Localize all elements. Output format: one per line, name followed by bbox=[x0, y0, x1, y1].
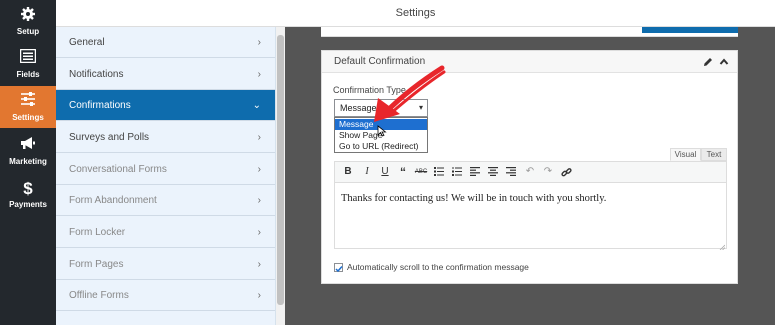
chevron-right-icon: › bbox=[257, 132, 261, 143]
redo-icon[interactable]: ↷ bbox=[541, 165, 555, 179]
undo-icon[interactable]: ↶ bbox=[523, 165, 537, 179]
pencil-icon[interactable] bbox=[702, 56, 714, 68]
settings-nav-label: General bbox=[69, 37, 105, 48]
rail-item-payments[interactable]: $ Payments bbox=[0, 173, 56, 215]
align-right-icon[interactable] bbox=[504, 165, 518, 179]
settings-nav-notifications[interactable]: Notifications › bbox=[56, 59, 275, 90]
tab-visual[interactable]: Visual bbox=[670, 148, 701, 161]
svg-text:$: $ bbox=[23, 179, 33, 197]
settings-nav-surveys[interactable]: Surveys and Polls › bbox=[56, 122, 275, 153]
autoscroll-checkbox[interactable] bbox=[334, 263, 343, 273]
settings-nav-label: Form Pages bbox=[69, 259, 124, 270]
rail-item-marketing[interactable]: Marketing bbox=[0, 130, 56, 172]
chevron-down-icon: ▾ bbox=[418, 103, 423, 112]
chevron-right-icon: › bbox=[257, 69, 261, 80]
confirmation-type-label: Confirmation Type bbox=[333, 85, 406, 95]
settings-nav-offline-forms[interactable]: Offline Forms › bbox=[56, 280, 275, 311]
confirmation-type-select[interactable]: Message ▾ bbox=[334, 99, 428, 117]
settings-nav-label: Confirmations bbox=[69, 100, 131, 111]
tab-text[interactable]: Text bbox=[701, 148, 727, 161]
builder-sidebar: Setup Fields Settings Marketing $ Paymen… bbox=[0, 0, 56, 325]
message-editor[interactable]: Thanks for contacting us! We will be in … bbox=[334, 182, 727, 251]
link-icon[interactable] bbox=[559, 165, 573, 179]
settings-nav-label: Form Abandonment bbox=[69, 195, 157, 206]
fields-icon bbox=[0, 49, 56, 69]
rail-item-fields[interactable]: Fields bbox=[0, 43, 56, 85]
align-center-icon[interactable] bbox=[486, 165, 500, 179]
gear-icon bbox=[0, 6, 56, 26]
top-header: Settings bbox=[56, 0, 775, 27]
megaphone-icon bbox=[0, 136, 56, 156]
settings-nav-scrollbar[interactable] bbox=[276, 27, 285, 325]
settings-nav-general[interactable]: General › bbox=[56, 27, 275, 58]
settings-nav-form-abandonment[interactable]: Form Abandonment › bbox=[56, 185, 275, 216]
option-redirect[interactable]: Go to URL (Redirect) bbox=[335, 141, 427, 152]
strikethrough-icon[interactable]: ABC bbox=[414, 165, 428, 179]
rail-item-label: Marketing bbox=[9, 157, 47, 166]
settings-nav-form-pages[interactable]: Form Pages › bbox=[56, 249, 275, 280]
settings-nav-label: Notifications bbox=[69, 69, 124, 80]
settings-nav-label: Form Locker bbox=[69, 227, 126, 238]
dollar-icon: $ bbox=[0, 179, 56, 199]
settings-nav-label: Conversational Forms bbox=[69, 164, 167, 175]
chevron-right-icon: › bbox=[257, 164, 261, 175]
chevron-right-icon: › bbox=[257, 290, 261, 301]
scrollbar-thumb[interactable] bbox=[277, 35, 284, 305]
settings-nav-label: Offline Forms bbox=[69, 290, 129, 301]
editor-toolbar: B I U “ ABC ↶ ↷ bbox=[334, 161, 727, 183]
confirmation-title: Default Confirmation bbox=[334, 56, 426, 67]
chevron-up-icon[interactable] bbox=[718, 56, 730, 68]
blockquote-icon[interactable]: “ bbox=[396, 165, 410, 179]
page-title: Settings bbox=[395, 7, 436, 19]
bullet-list-icon[interactable] bbox=[432, 165, 446, 179]
chevron-right-icon: › bbox=[257, 259, 261, 270]
confirmation-card-header[interactable]: Default Confirmation bbox=[322, 51, 737, 73]
settings-nav: General › Notifications › Confirmations ⌄ S… bbox=[56, 27, 276, 325]
settings-nav-confirmations[interactable]: Confirmations ⌄ bbox=[56, 90, 275, 121]
confirmation-type-value: Message bbox=[340, 103, 377, 113]
settings-nav-form-locker[interactable]: Form Locker › bbox=[56, 217, 275, 248]
sliders-icon bbox=[0, 92, 56, 112]
chevron-down-icon: ⌄ bbox=[252, 100, 261, 111]
align-left-icon[interactable] bbox=[468, 165, 482, 179]
rail-item-label: Fields bbox=[16, 70, 40, 79]
underline-icon[interactable]: U bbox=[378, 165, 392, 179]
settings-nav-conversational-forms[interactable]: Conversational Forms › bbox=[56, 154, 275, 185]
chevron-right-icon: › bbox=[257, 195, 261, 206]
checkmark-icon bbox=[335, 266, 343, 273]
rail-item-settings[interactable]: Settings bbox=[0, 86, 56, 128]
resize-grip-icon[interactable] bbox=[719, 241, 726, 251]
settings-nav-label: Surveys and Polls bbox=[69, 132, 150, 143]
autoscroll-label: Automatically scroll to the confirmation… bbox=[347, 262, 529, 272]
numbered-list-icon[interactable] bbox=[450, 165, 464, 179]
mouse-cursor-icon bbox=[377, 125, 387, 137]
italic-icon[interactable]: I bbox=[360, 165, 374, 179]
rail-item-setup[interactable]: Setup bbox=[0, 0, 56, 42]
rail-item-label: Settings bbox=[12, 113, 44, 122]
bold-icon[interactable]: B bbox=[341, 165, 355, 179]
rail-item-label: Setup bbox=[16, 27, 40, 36]
chevron-right-icon: › bbox=[257, 227, 261, 238]
confirmation-message: Thanks for contacting us! We will be in … bbox=[341, 193, 607, 204]
add-confirmation-button[interactable] bbox=[642, 27, 738, 33]
chevron-right-icon: › bbox=[257, 37, 261, 48]
rail-item-label: Payments bbox=[9, 200, 47, 209]
